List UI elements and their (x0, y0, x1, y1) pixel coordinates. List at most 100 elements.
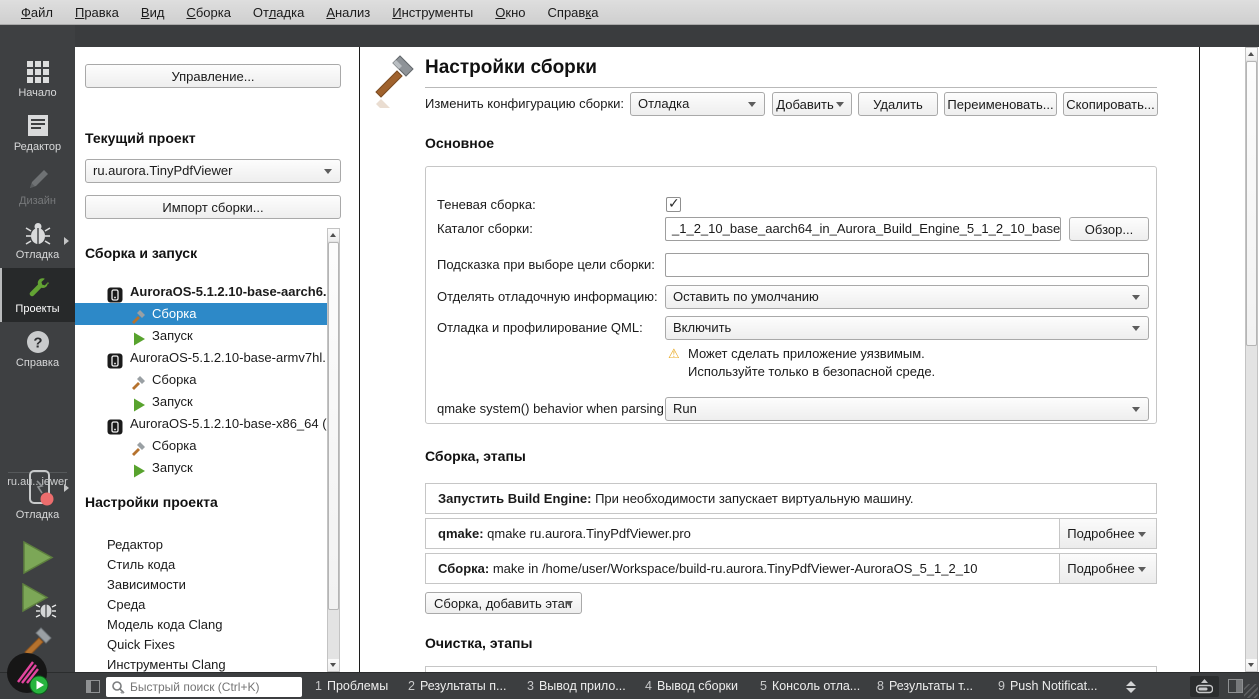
scroll-up-icon[interactable] (1248, 52, 1254, 56)
window-resize-grip[interactable] (1244, 684, 1258, 698)
settings-item-quick-fixes[interactable]: Quick Fixes (107, 635, 175, 655)
kit-config-row-run[interactable]: Запуск (75, 457, 328, 479)
menu-файл[interactable]: Файл (10, 0, 64, 25)
section-general: Основное (425, 135, 495, 151)
help-icon: ? (26, 331, 49, 353)
debug-flyout-arrow-icon[interactable] (64, 237, 69, 245)
menu-сборка[interactable]: Сборка (175, 0, 242, 25)
menu-правка[interactable]: Правка (64, 0, 130, 25)
settings-item-environment[interactable]: Среда (107, 595, 145, 615)
copy-config-button[interactable]: Скопировать... (1063, 92, 1158, 116)
toggle-left-sidebar-icon[interactable] (86, 680, 100, 693)
kit-row[interactable]: AuroraOS-5.1.2.10-base-aarch6... (75, 281, 334, 303)
hammer-icon (132, 376, 145, 390)
mode-help[interactable]: ? Справка (0, 322, 75, 376)
mode-debug[interactable]: Отладка (0, 214, 75, 268)
rename-config-button[interactable]: Переименовать... (944, 92, 1057, 116)
toggle-progress-details-button[interactable] (1190, 676, 1219, 697)
config-label: Запуск (152, 328, 193, 343)
menu-анализ[interactable]: Анализ (315, 0, 381, 25)
pane-number: 9 (998, 679, 1005, 693)
app-launcher-icon[interactable] (6, 652, 50, 696)
add-config-button[interactable]: Добавить (772, 92, 852, 116)
tooltip-field[interactable] (665, 253, 1149, 277)
settings-item-editor[interactable]: Редактор (107, 535, 163, 555)
toggle-right-sidebar-icon[interactable] (1228, 679, 1243, 693)
details-label: Подробнее (1067, 526, 1135, 541)
scrollbar-thumb[interactable] (1246, 61, 1257, 346)
import-build-button[interactable]: Импорт сборки... (85, 195, 341, 219)
details-label: Подробнее (1067, 561, 1135, 576)
target-device-icon[interactable] (24, 468, 54, 508)
output-pane-button-2[interactable]: 2 Результаты п... (408, 673, 506, 699)
scroll-down-icon[interactable] (330, 663, 336, 667)
section-clean-steps: Очистка, этапы (425, 635, 533, 651)
menu-справка[interactable]: Справка (537, 0, 610, 25)
pane-label: Вывод сборки (656, 679, 738, 693)
mode-label: Редактор (13, 141, 62, 153)
output-pane-button-1[interactable]: 1 Проблемы (315, 673, 388, 699)
settings-right-border (1199, 47, 1200, 672)
home-grid-icon (26, 61, 49, 83)
kit-name: AuroraOS-5.1.2.10-base-x86_64 (... (130, 416, 338, 431)
locator-input[interactable] (130, 680, 290, 694)
kit-config-row-build[interactable]: Сборка (75, 435, 328, 457)
manage-kits-button[interactable]: Управление... (85, 64, 341, 88)
output-pane-button-5[interactable]: 5 Консоль отла... (760, 673, 860, 699)
separate-debug-value: Оставить по умолчанию (673, 289, 819, 304)
menu-окно[interactable]: Окно (484, 0, 536, 25)
check-icon: ✓ (668, 195, 680, 211)
pane-selector-arrows-icon[interactable] (1125, 681, 1137, 693)
output-pane-button-3[interactable]: 3 Вывод прило... (527, 673, 626, 699)
target-flyout-arrow-icon[interactable] (64, 484, 69, 492)
current-project-heading: Текущий проект (85, 130, 196, 146)
build-dir-label: Каталог сборки: (437, 221, 533, 236)
shadow-build-checkbox[interactable]: ✓ (666, 195, 681, 212)
kit-config-row-build[interactable]: Сборка (75, 303, 328, 325)
step-details-button[interactable]: Подробнее (1059, 519, 1156, 548)
scroll-up-icon[interactable] (330, 233, 336, 237)
output-pane-button-9[interactable]: 9 Push Notificat... (998, 673, 1098, 699)
debug-run-button[interactable] (21, 583, 57, 621)
kit-config-row-run[interactable]: Запуск (75, 391, 328, 413)
remove-config-button[interactable]: Удалить (858, 92, 938, 116)
project-selector-combo[interactable]: ru.aurora.TinyPdfViewer (85, 159, 341, 183)
build-directory-field[interactable]: _1_2_10_base_aarch64_in_Aurora_Build_Eng… (665, 217, 1061, 241)
menu-инструменты[interactable]: Инструменты (381, 0, 484, 25)
browse-button[interactable]: Обзор... (1069, 217, 1149, 241)
kit-row[interactable]: AuroraOS-5.1.2.10-base-armv7hl... (75, 347, 333, 369)
mode-welcome[interactable]: Начало (0, 52, 75, 106)
step-details-button[interactable]: Подробнее (1059, 554, 1156, 583)
build-config-combo[interactable]: Отладка (630, 92, 765, 116)
settings-item-code-style[interactable]: Стиль кода (107, 555, 175, 575)
section-build-steps: Сборка, этапы (425, 448, 526, 464)
pane-number: 3 (527, 679, 534, 693)
locator-search[interactable] (106, 677, 302, 697)
main-scrollbar[interactable] (1245, 47, 1258, 672)
projects-icon (29, 278, 49, 297)
qmake-system-combo[interactable]: Run (665, 397, 1149, 421)
output-pane-button-8[interactable]: 8 Результаты т... (877, 673, 973, 699)
chevron-down-icon (748, 102, 756, 107)
scroll-down-icon[interactable] (1248, 663, 1254, 667)
scrollbar-thumb[interactable] (328, 242, 339, 610)
config-icon-wrap (131, 460, 147, 478)
kit-config-row-build[interactable]: Сборка (75, 369, 328, 391)
menu-вид[interactable]: Вид (130, 0, 176, 25)
kit-row[interactable]: AuroraOS-5.1.2.10-base-x86_64 (... (75, 413, 337, 435)
mode-label: Начало (18, 87, 57, 99)
qml-debug-combo[interactable]: Включить (665, 316, 1149, 340)
separate-debug-combo[interactable]: Оставить по умолчанию (665, 285, 1149, 309)
config-icon-wrap (131, 394, 147, 412)
build-run-heading: Сборка и запуск (85, 245, 198, 261)
mode-editor[interactable]: Редактор (0, 106, 75, 160)
run-button[interactable] (21, 540, 54, 575)
kit-config-row-run[interactable]: Запуск (75, 325, 328, 347)
output-pane-button-4[interactable]: 4 Вывод сборки (645, 673, 738, 699)
settings-item-clang-code-model[interactable]: Модель кода Clang (107, 615, 222, 635)
mode-projects[interactable]: Проекты (0, 268, 75, 322)
project-panel-scrollbar[interactable] (327, 228, 340, 672)
add-build-step-button[interactable]: Сборка, добавить этап (425, 592, 582, 614)
settings-item-dependencies[interactable]: Зависимости (107, 575, 186, 595)
menu-отладка[interactable]: Отладка (242, 0, 315, 25)
